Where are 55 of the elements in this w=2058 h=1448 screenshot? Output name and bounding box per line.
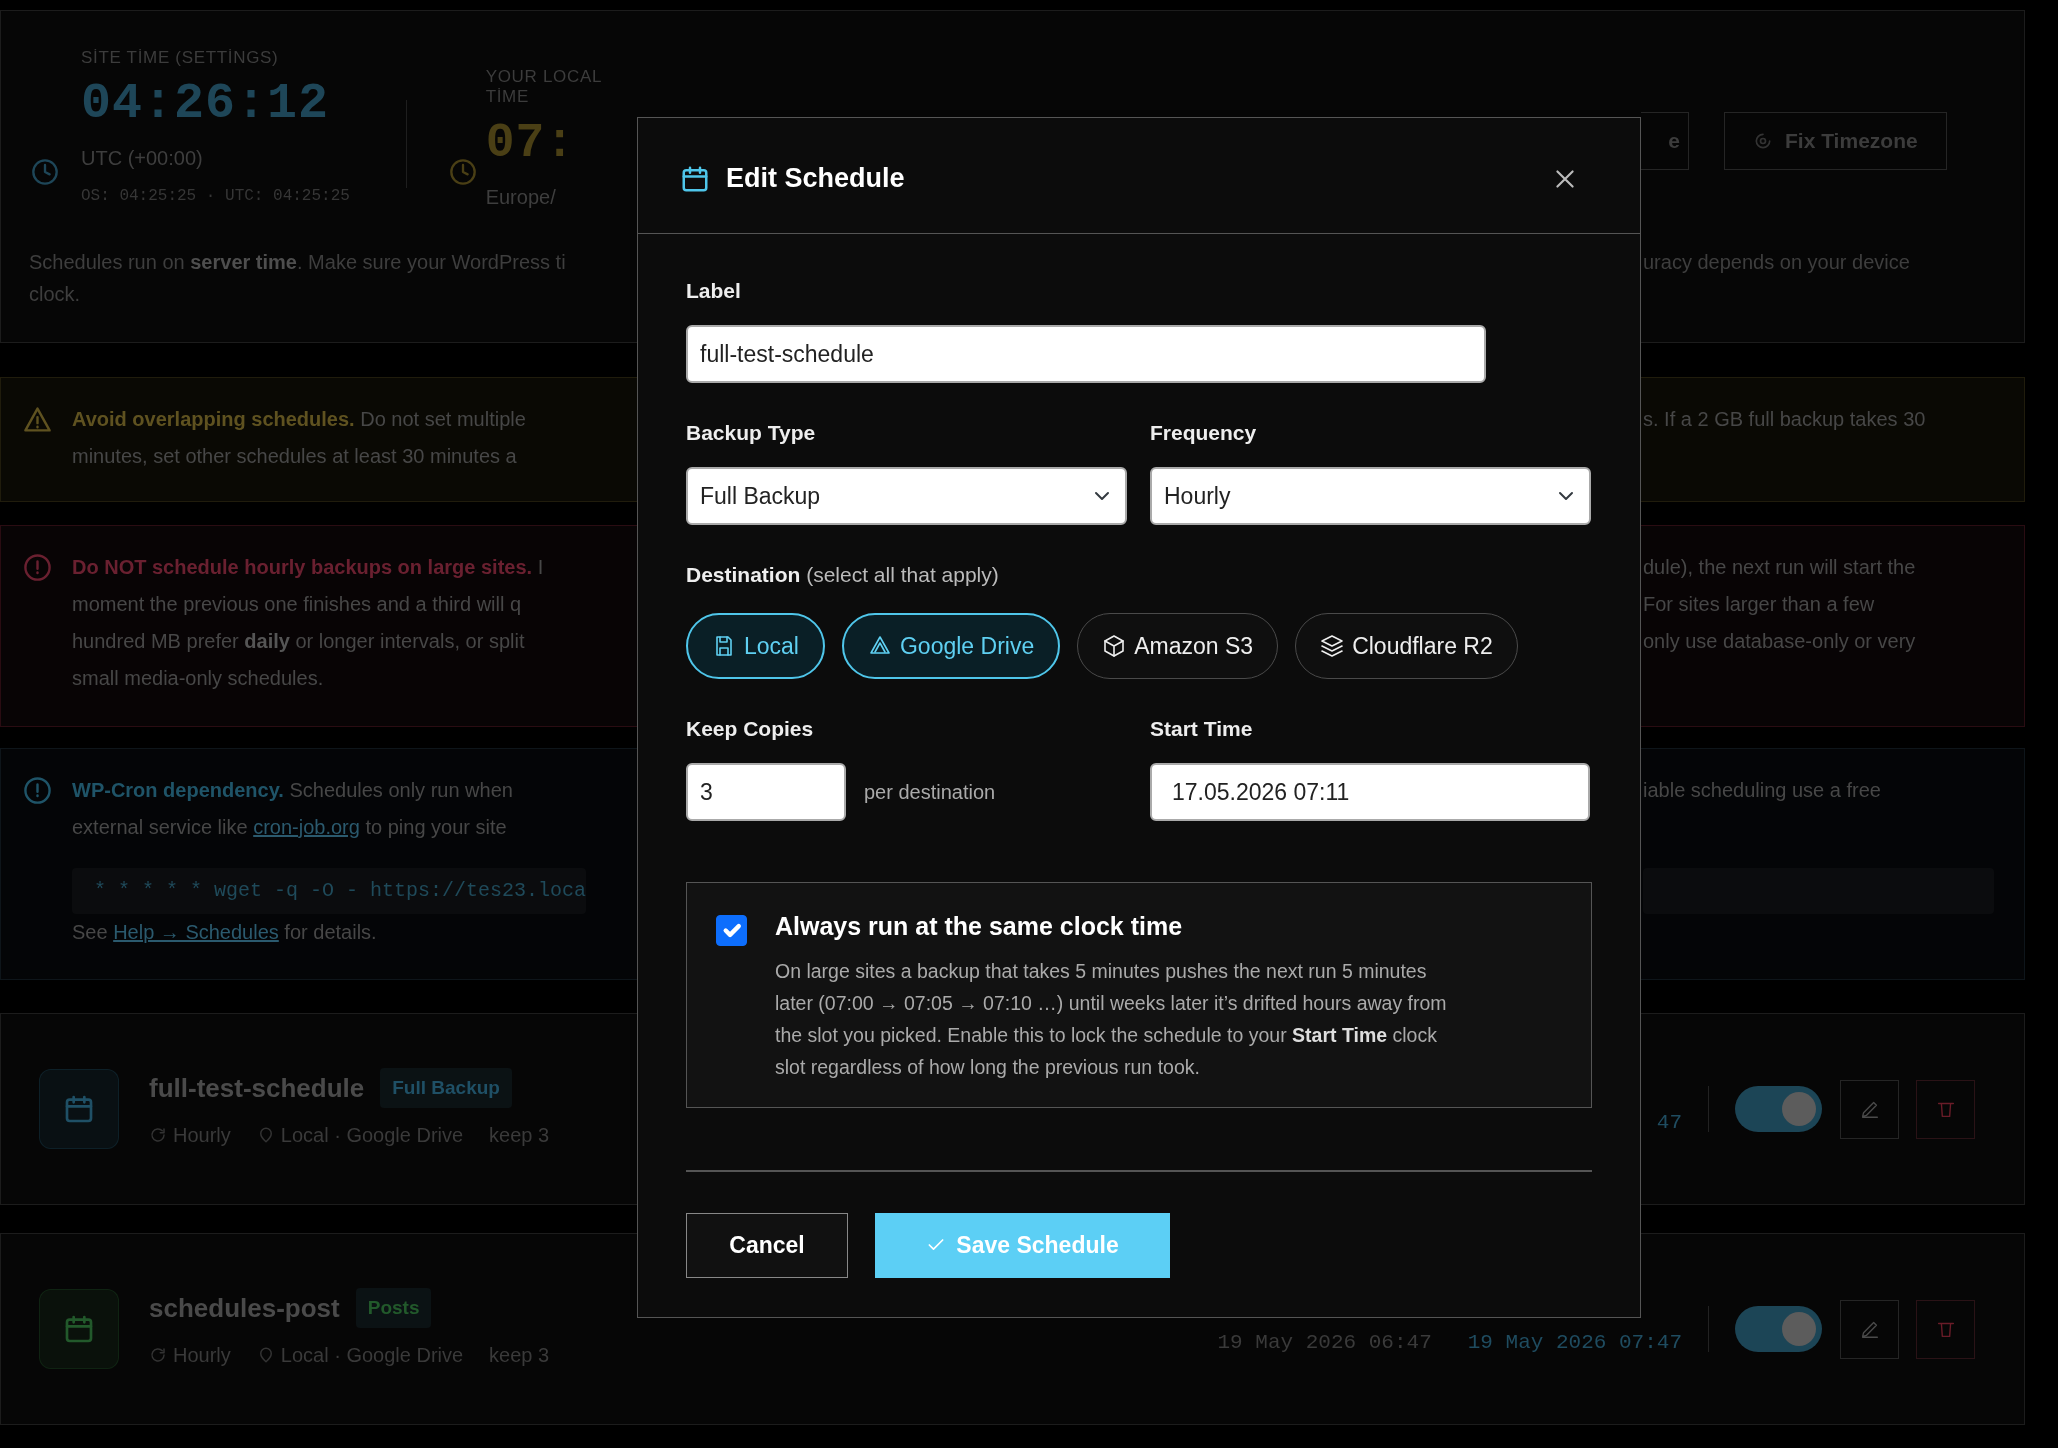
enable-toggle[interactable] [1735,1086,1822,1132]
option-title: Always run at the same clock time [775,911,1184,941]
warning-icon [23,405,52,434]
cancel-button[interactable]: Cancel [686,1212,848,1278]
timezone-icon [1753,131,1773,151]
type-tag: Posts [355,1287,432,1329]
schedule-name: full-test-schedule [149,1071,365,1105]
per-destination-text: per destination [864,780,996,805]
dialog-title: Edit Schedule [726,162,906,196]
field-label: Label [686,278,742,304]
local-timezone: Europe/ [485,185,557,210]
notice-text: See Help → Schedules for details. [72,920,378,945]
type-tag: Full Backup [380,1067,512,1109]
cube-icon [1102,634,1127,658]
next-run-time: 19 May 2026 07:47 [1467,1330,1682,1357]
clock-icon [31,158,59,186]
calendar-icon [63,1313,95,1345]
refresh-icon [149,1346,167,1365]
layers-icon [1320,634,1345,658]
notice-text: iable scheduling use a free [1643,778,1882,803]
field-label: Keep Copies [686,716,815,742]
field-label: Frequency [1150,420,1258,446]
field-label: Destination (select all that apply) [686,562,1000,588]
notice-text: Avoid overlapping schedules. Do not set multiple minutes, set other schedules at least 30 minutes a [72,407,526,469]
next-run-time: 47 [1656,1110,1682,1137]
clock-icon [448,158,477,186]
notice-text: Do NOT schedule hourly backups on large sites. I moment the previous one finishes and a third will q hundred MB prefer daily or longer intervals, or split small media-only schedules. [72,555,544,691]
destination-option[interactable]: Google Drive [842,613,1061,679]
refresh-icon [149,1126,167,1145]
same-clock-checkbox[interactable] [716,915,747,946]
code-block: * * * * * wget -q -O - https://tes23.loca [72,868,587,914]
site-timezone: UTC (+00:00) [81,146,204,171]
info-icon [23,776,52,805]
destination-option[interactable]: Cloudflare R2 [1295,613,1518,679]
calendar-icon [63,1093,95,1125]
time-note: uracy depends on your device [1643,250,1911,275]
alert-icon [23,553,52,582]
enable-toggle[interactable] [1735,1306,1822,1352]
field-label: Start Time [1150,716,1254,742]
field-label: Backup Type [686,420,817,446]
start-time-input[interactable]: 17.05.2026 07:11 [1150,763,1590,821]
destination-option[interactable]: Local [686,613,825,679]
local-time: 07: [485,115,577,171]
destination-option[interactable]: Amazon S3 [1077,613,1279,679]
time-note: Schedules run on server time. Make sure your WordPress ti clock. [29,250,567,307]
site-time: 04:26:12 [81,76,331,132]
notice-text: dule), the next run will start the For sites larger than a few only use database-only or very [1643,555,1917,654]
backup-type-select[interactable]: Full Backup [686,467,1127,525]
schedule-name: schedules-post [149,1291,340,1325]
keep-copies-input[interactable]: 3 [686,763,846,821]
option-description: On large sites a backup that takes 5 minutes pushes the next run 5 minutes later (07:00 → 07:05 → 07:10 …) until weeks later it’s drifted hours away from the slot you picked. Enable this to lock the schedule to your Start Time clock slot regardless of how long the previous run took. [775,959,1447,1080]
notice-text: WP-Cron dependency. Schedules only run when external service like cron-job.org to ping your site [72,778,514,840]
frequency-select[interactable]: Hourly [1150,467,1591,525]
notice-text: s. If a 2 GB full backup takes 30 [1643,407,1927,432]
label-input[interactable]: full-test-schedule [686,325,1486,383]
